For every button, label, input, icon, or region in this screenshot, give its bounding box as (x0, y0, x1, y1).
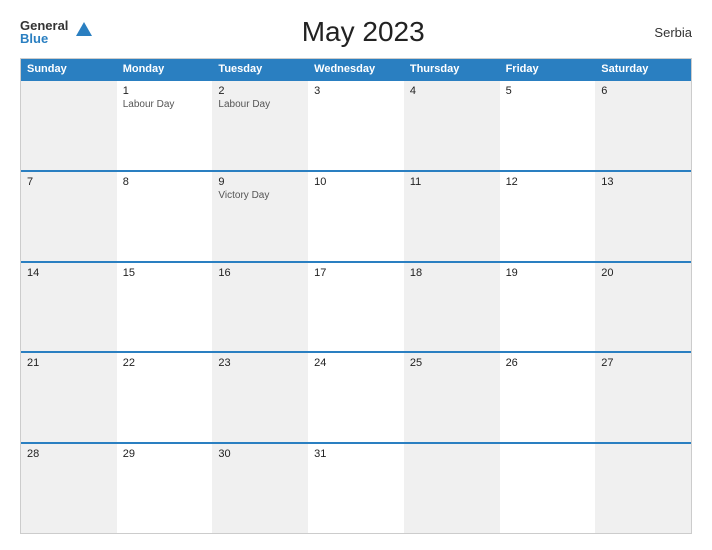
day-cell: 21 (21, 353, 117, 442)
day-cell: 11 (404, 172, 500, 261)
header-monday: Monday (117, 59, 213, 79)
day-cell: 6 (595, 81, 691, 170)
day-cell: 22 (117, 353, 213, 442)
day-cell (21, 81, 117, 170)
day-cell (595, 444, 691, 533)
day-cell: 7 (21, 172, 117, 261)
day-cell: 30 (212, 444, 308, 533)
day-cell: 14 (21, 263, 117, 352)
day-cell: 25 (404, 353, 500, 442)
header-sunday: Sunday (21, 59, 117, 79)
day-cell: 27 (595, 353, 691, 442)
week-row-1: 1Labour Day 2Labour Day 3 4 5 6 (21, 79, 691, 170)
day-cell: 15 (117, 263, 213, 352)
logo: General Blue (20, 19, 94, 45)
header-friday: Friday (500, 59, 596, 79)
day-cell: 12 (500, 172, 596, 261)
week-row-2: 7 8 9Victory Day 10 11 12 13 (21, 170, 691, 261)
day-cell: 18 (404, 263, 500, 352)
week-row-4: 21 22 23 24 25 26 27 (21, 351, 691, 442)
day-cell: 19 (500, 263, 596, 352)
day-cell: 9Victory Day (212, 172, 308, 261)
header-thursday: Thursday (404, 59, 500, 79)
week-row-5: 28 29 30 31 (21, 442, 691, 533)
header-wednesday: Wednesday (308, 59, 404, 79)
day-cell: 5 (500, 81, 596, 170)
logo-blue: Blue (20, 32, 68, 45)
header-tuesday: Tuesday (212, 59, 308, 79)
day-headers-row: Sunday Monday Tuesday Wednesday Thursday… (21, 59, 691, 79)
logo-triangle-icon (74, 20, 94, 45)
day-cell: 1Labour Day (117, 81, 213, 170)
day-cell: 4 (404, 81, 500, 170)
weeks-container: 1Labour Day 2Labour Day 3 4 5 6 7 8 9Vic… (21, 79, 691, 533)
day-cell: 23 (212, 353, 308, 442)
day-cell (500, 444, 596, 533)
calendar-page: General Blue May 2023 Serbia Sunday Mond… (0, 0, 712, 550)
day-cell: 13 (595, 172, 691, 261)
month-title: May 2023 (94, 16, 632, 48)
day-cell: 8 (117, 172, 213, 261)
week-row-3: 14 15 16 17 18 19 20 (21, 261, 691, 352)
day-cell: 28 (21, 444, 117, 533)
day-cell: 24 (308, 353, 404, 442)
day-cell: 17 (308, 263, 404, 352)
page-header: General Blue May 2023 Serbia (20, 16, 692, 48)
day-cell: 16 (212, 263, 308, 352)
day-cell: 10 (308, 172, 404, 261)
header-saturday: Saturday (595, 59, 691, 79)
country-label: Serbia (632, 25, 692, 40)
day-cell (404, 444, 500, 533)
day-cell: 26 (500, 353, 596, 442)
day-cell: 31 (308, 444, 404, 533)
calendar-grid: Sunday Monday Tuesday Wednesday Thursday… (20, 58, 692, 534)
day-cell: 3 (308, 81, 404, 170)
day-cell: 2Labour Day (212, 81, 308, 170)
day-cell: 29 (117, 444, 213, 533)
day-cell: 20 (595, 263, 691, 352)
